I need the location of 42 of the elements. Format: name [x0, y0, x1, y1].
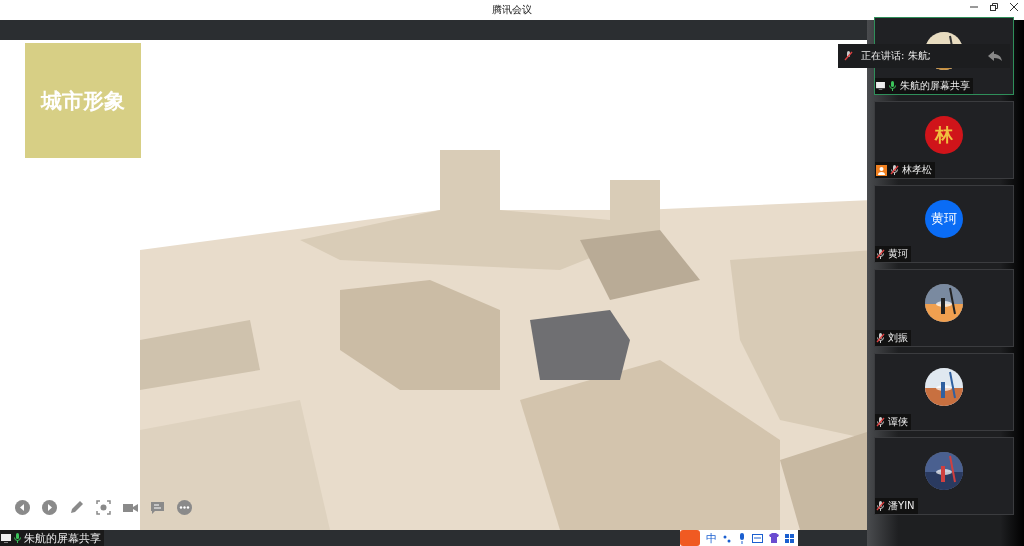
muted-microphone-icon — [876, 333, 886, 343]
participant-tile[interactable]: 谭侠 — [874, 353, 1015, 431]
window-title: 腾讯会议 — [492, 3, 532, 17]
previous-button[interactable] — [14, 499, 31, 516]
pencil-button[interactable] — [68, 499, 85, 516]
share-label-text: 朱航的屏幕共享 — [24, 530, 101, 546]
minimize-icon[interactable] — [970, 3, 978, 11]
reply-icon[interactable] — [988, 51, 1002, 61]
close-icon[interactable] — [1010, 3, 1018, 11]
more-button[interactable] — [176, 499, 193, 516]
next-button[interactable] — [41, 499, 58, 516]
muted-microphone-icon — [876, 249, 886, 259]
restore-icon[interactable] — [990, 3, 998, 11]
participant-tile[interactable]: 林 林孝松 — [874, 101, 1015, 179]
speaking-text: 正在讲话: 朱航; — [861, 49, 932, 63]
ime-mode-button[interactable]: 中 — [706, 530, 717, 546]
muted-microphone-icon — [890, 165, 900, 175]
participant-tile[interactable]: 黄珂 黄珂 — [874, 185, 1015, 263]
avatar-initials: 黄珂 — [931, 210, 958, 228]
punctuation-icon[interactable] — [723, 533, 732, 543]
muted-microphone-icon — [844, 51, 853, 61]
participant-name: 朱航的屏幕共享 — [900, 79, 971, 93]
participant-tile[interactable]: 刘振 — [874, 269, 1015, 347]
focus-button[interactable] — [95, 499, 112, 516]
screen-share-icon — [1, 533, 11, 543]
slide-title: 城市形象 — [41, 87, 125, 115]
participant-name: 黄珂 — [888, 247, 909, 261]
subtitle-button[interactable] — [149, 499, 166, 516]
avatar-initials: 林 — [935, 123, 954, 147]
grid-icon[interactable] — [785, 533, 794, 543]
participant-name: 刘振 — [888, 331, 909, 345]
shirt-icon[interactable] — [769, 533, 779, 543]
muted-microphone-icon — [876, 501, 886, 511]
participant-name: 潘YIN — [888, 499, 915, 513]
muted-microphone-icon — [876, 417, 886, 427]
microphone-icon — [888, 81, 898, 91]
keyboard-icon[interactable] — [752, 533, 763, 543]
microphone-icon — [13, 533, 22, 543]
participant-name: 林孝松 — [902, 163, 933, 177]
participant-tile[interactable]: 潘YIN — [874, 437, 1015, 515]
microphone-icon[interactable] — [738, 532, 746, 544]
participant-name: 谭侠 — [888, 415, 909, 429]
